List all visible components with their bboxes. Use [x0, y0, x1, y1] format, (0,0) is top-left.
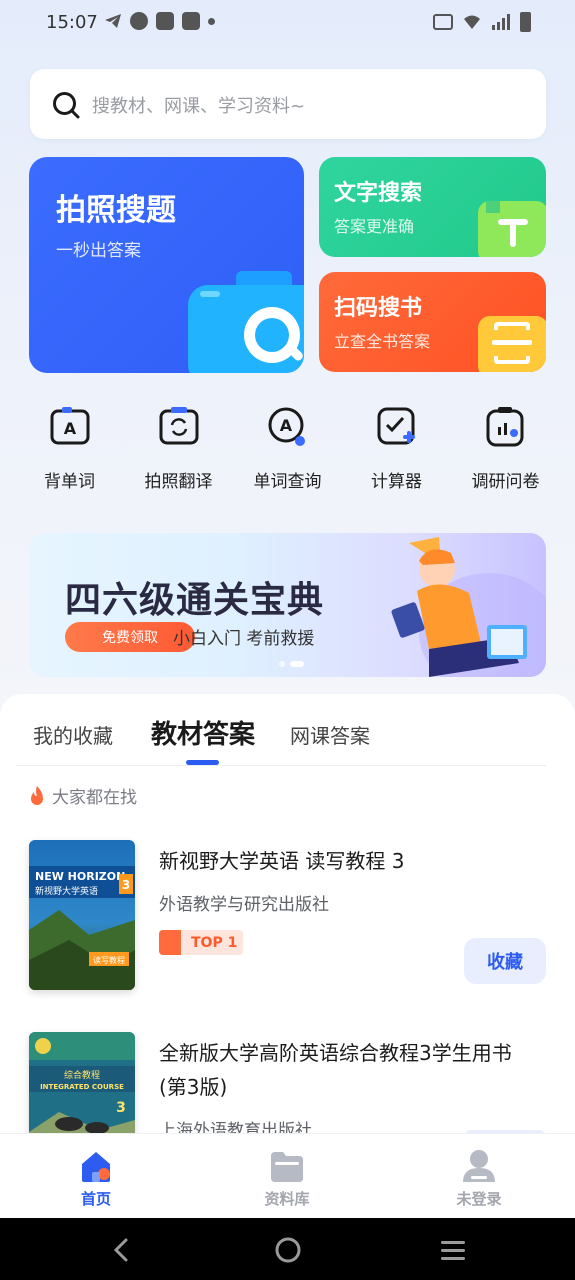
banner-pagination	[279, 661, 304, 667]
calculator-icon	[377, 407, 415, 445]
nav-library[interactable]: 资料库	[237, 1148, 337, 1209]
banner-subtitle: 小白入门 考前救援	[173, 629, 315, 649]
tab-course-answers[interactable]: 网课答案	[290, 720, 370, 749]
tool-label: 调研问卷	[471, 472, 540, 492]
home-icon	[82, 1152, 110, 1182]
text-t-icon	[478, 201, 546, 257]
status-time: 15:07	[46, 12, 98, 33]
tool-survey[interactable]: 调研问卷	[451, 405, 560, 495]
vibrate-icon	[433, 14, 453, 30]
search-icon	[53, 92, 80, 119]
bottom-navigation: 首页 资料库 未登录	[0, 1133, 575, 1218]
svg-text:综合教程: 综合教程	[64, 1069, 100, 1081]
fire-icon	[31, 785, 43, 805]
tool-label: 拍照翻译	[144, 472, 213, 492]
tab-divider	[16, 765, 546, 766]
mail-icon	[156, 12, 174, 30]
search-bar[interactable]: 搜教材、网课、学习资料~	[30, 69, 546, 139]
notification-icons	[104, 12, 215, 30]
nav-home[interactable]: 首页	[46, 1148, 146, 1209]
book-cover: NEW HORIZON 新视野大学英语 3 读写教程	[29, 840, 135, 990]
nav-label: 未登录	[456, 1190, 502, 1208]
banner-title: 四六级通关宝典	[65, 580, 325, 621]
photo-translate-icon	[159, 407, 198, 445]
scan-book-subtitle: 立查全书答案	[334, 332, 431, 351]
telegram-icon	[105, 14, 121, 28]
book-title: 全新版大学高阶英语综合教程3学生用书(第3版)	[159, 1041, 512, 1099]
rank-badge: TOP 1	[159, 930, 243, 955]
scan-icon	[478, 316, 546, 372]
tool-label: 单词查询	[253, 472, 322, 492]
word-lookup-icon: A	[268, 407, 305, 446]
book-publisher: 外语教学与研究出版社	[159, 895, 329, 915]
text-search-subtitle: 答案更准确	[334, 217, 415, 236]
svg-text:A: A	[279, 416, 292, 435]
trending-label: 大家都在找	[52, 788, 137, 808]
scan-book-card[interactable]: 扫码搜书 立查全书答案	[319, 272, 546, 372]
tab-favorites[interactable]: 我的收藏	[33, 720, 113, 749]
text-search-card[interactable]: 文字搜索 答案更准确	[319, 157, 546, 257]
mail-icon	[182, 12, 200, 30]
svg-text:A: A	[63, 419, 76, 438]
tool-vocab[interactable]: A 背单词	[15, 405, 124, 495]
battery-icon	[520, 12, 531, 32]
tool-label: 背单词	[44, 472, 95, 492]
svg-text:新视野大学英语: 新视野大学英语	[35, 885, 98, 897]
app-notification-icon	[130, 12, 148, 30]
recent-apps-icon[interactable]	[439, 1236, 467, 1264]
tool-word-lookup[interactable]: A 单词查询	[233, 405, 342, 495]
nav-label: 资料库	[264, 1190, 310, 1208]
book-title: 新视野大学英语 读写教程 3	[159, 849, 405, 873]
book-item[interactable]: NEW HORIZON 新视野大学英语 3 读写教程 新视野大学英语 读写教程 …	[29, 840, 546, 990]
more-notifications-icon	[208, 17, 215, 25]
text-search-title: 文字搜索	[334, 181, 423, 206]
content-panel: 我的收藏 教材答案 网课答案 大家都在找 NEW HORIZON 新视野大学英语…	[0, 694, 575, 1134]
pagination-dot-active	[290, 661, 304, 667]
trending-header: 大家都在找	[28, 783, 137, 808]
tool-label: 计算器	[371, 472, 422, 492]
home-circle-icon[interactable]	[274, 1236, 302, 1264]
tool-calculator[interactable]: 计算器	[342, 405, 451, 495]
camera-icon	[188, 271, 304, 373]
search-placeholder: 搜教材、网课、学习资料~	[92, 96, 306, 117]
promo-banner[interactable]: 四六级通关宝典 免费领取 小白入门 考前救援	[29, 533, 546, 677]
rank-flag-icon	[159, 930, 181, 955]
tab-textbook-answers[interactable]: 教材答案	[151, 714, 255, 751]
svg-text:INTEGRATED COURSE: INTEGRATED COURSE	[40, 1083, 124, 1091]
svg-text:3: 3	[122, 878, 130, 892]
favorite-button[interactable]: 收藏	[464, 938, 546, 984]
survey-icon	[486, 407, 523, 447]
book-item[interactable]: 综合教程 INTEGRATED COURSE 3 全新版大学高阶英语综合教程3学…	[29, 1032, 546, 1134]
folder-icon	[271, 1152, 303, 1182]
photo-search-subtitle: 一秒出答案	[56, 241, 141, 261]
scan-book-title: 扫码搜书	[334, 296, 423, 321]
wifi-icon	[464, 15, 480, 29]
photo-search-title: 拍照搜题	[56, 193, 176, 228]
photo-search-card[interactable]: 拍照搜题 一秒出答案	[29, 157, 304, 373]
rank-text: TOP 1	[191, 934, 238, 951]
book-cover: 综合教程 INTEGRATED COURSE 3	[29, 1032, 135, 1134]
book-publisher: 上海外语教育出版社	[159, 1121, 312, 1134]
nav-label: 首页	[80, 1190, 111, 1208]
nav-profile[interactable]: 未登录	[429, 1148, 529, 1209]
vocab-book-icon: A	[50, 407, 89, 445]
student-reading-illustration	[391, 537, 546, 677]
tool-photo-translate[interactable]: 拍照翻译	[124, 405, 233, 495]
signal-icon	[492, 14, 510, 30]
pagination-dot	[279, 661, 285, 667]
back-icon[interactable]	[108, 1236, 136, 1264]
system-navigation-bar	[0, 1218, 575, 1280]
svg-text:3: 3	[116, 1100, 126, 1116]
quick-tools: A 背单词 拍照翻译 A 单词查询 计算器 调研问卷	[15, 405, 560, 495]
status-bar: 15:07	[0, 0, 575, 48]
svg-text:NEW HORIZON: NEW HORIZON	[35, 870, 125, 883]
system-status-icons	[433, 12, 531, 32]
svg-text:读写教程: 读写教程	[93, 955, 125, 965]
user-icon	[463, 1150, 495, 1182]
